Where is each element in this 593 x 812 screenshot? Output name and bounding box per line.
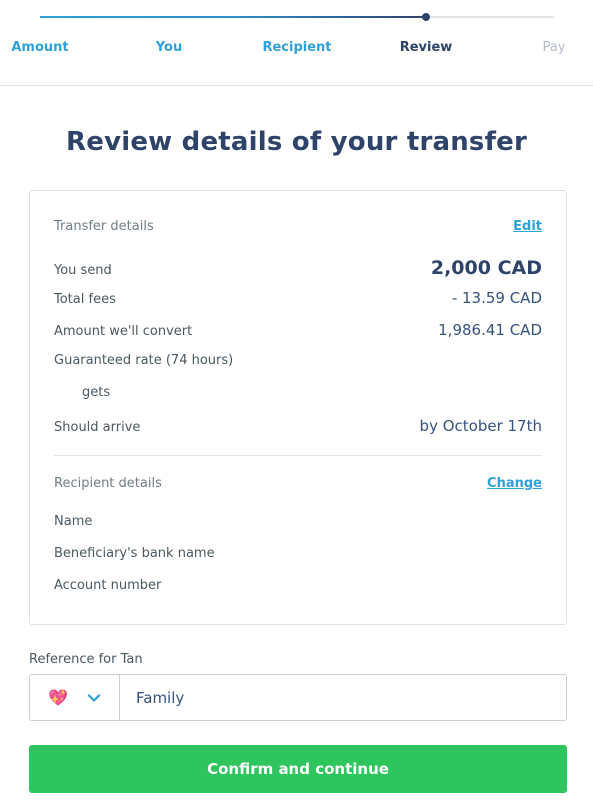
transfer-details-header: Transfer details Edit [54, 219, 542, 234]
fees-value: - 13.59 CAD [451, 289, 542, 307]
you-send-label: You send [54, 263, 112, 278]
chevron-down-icon [87, 693, 101, 702]
convert-row: Amount we'll convert 1,986.41 CAD [54, 321, 542, 339]
step-amount[interactable]: Amount [11, 40, 68, 55]
reference-input[interactable] [120, 675, 566, 720]
reference-label: Reference for Tan [29, 652, 143, 667]
section-divider [54, 455, 542, 456]
arrive-row: Should arrive by October 17th [54, 417, 542, 435]
step-pay: Pay [542, 40, 566, 55]
change-link[interactable]: Change [487, 476, 542, 491]
arrive-label: Should arrive [54, 420, 141, 435]
convert-label: Amount we'll convert [54, 324, 193, 339]
confirm-button[interactable]: Confirm and continue [29, 745, 567, 793]
you-send-value: 2,000 CAD [430, 257, 542, 279]
gets-label: gets [82, 385, 111, 400]
rate-label: Guaranteed rate (74 hours) [54, 353, 234, 368]
gets-row: gets [82, 385, 542, 400]
account-label: Account number [54, 578, 162, 593]
fees-label: Total fees [54, 292, 116, 307]
fees-row: Total fees - 13.59 CAD [54, 289, 542, 307]
bank-label: Beneficiary's bank name [54, 546, 215, 561]
progress-current-dot [422, 13, 430, 21]
page-title: Review details of your transfer [66, 127, 527, 157]
progress-track-fill [40, 16, 426, 18]
edit-link[interactable]: Edit [513, 219, 542, 234]
arrive-value: by October 17th [419, 417, 542, 435]
name-row: Name [54, 514, 542, 529]
name-label: Name [54, 514, 93, 529]
you-send-row: You send 2,000 CAD [54, 257, 542, 279]
step-you[interactable]: You [156, 40, 182, 55]
recipient-details-title: Recipient details [54, 476, 162, 491]
recipient-details-header: Recipient details Change [54, 476, 542, 491]
convert-value: 1,986.41 CAD [438, 321, 542, 339]
progress-stepper: Amount You Recipient Review Pay [0, 0, 593, 86]
heart-gift-icon: 💖 [48, 688, 68, 707]
review-card: Transfer details Edit You send 2,000 CAD… [29, 190, 567, 625]
bank-row: Beneficiary's bank name [54, 546, 542, 561]
reference-field-group: 💖 [29, 674, 567, 721]
reference-emoji-select[interactable]: 💖 [30, 675, 120, 720]
transfer-details-title: Transfer details [54, 219, 154, 234]
step-review: Review [399, 40, 453, 55]
step-recipient[interactable]: Recipient [262, 40, 331, 55]
rate-row: Guaranteed rate (74 hours) [54, 353, 542, 368]
account-row: Account number [54, 578, 542, 593]
